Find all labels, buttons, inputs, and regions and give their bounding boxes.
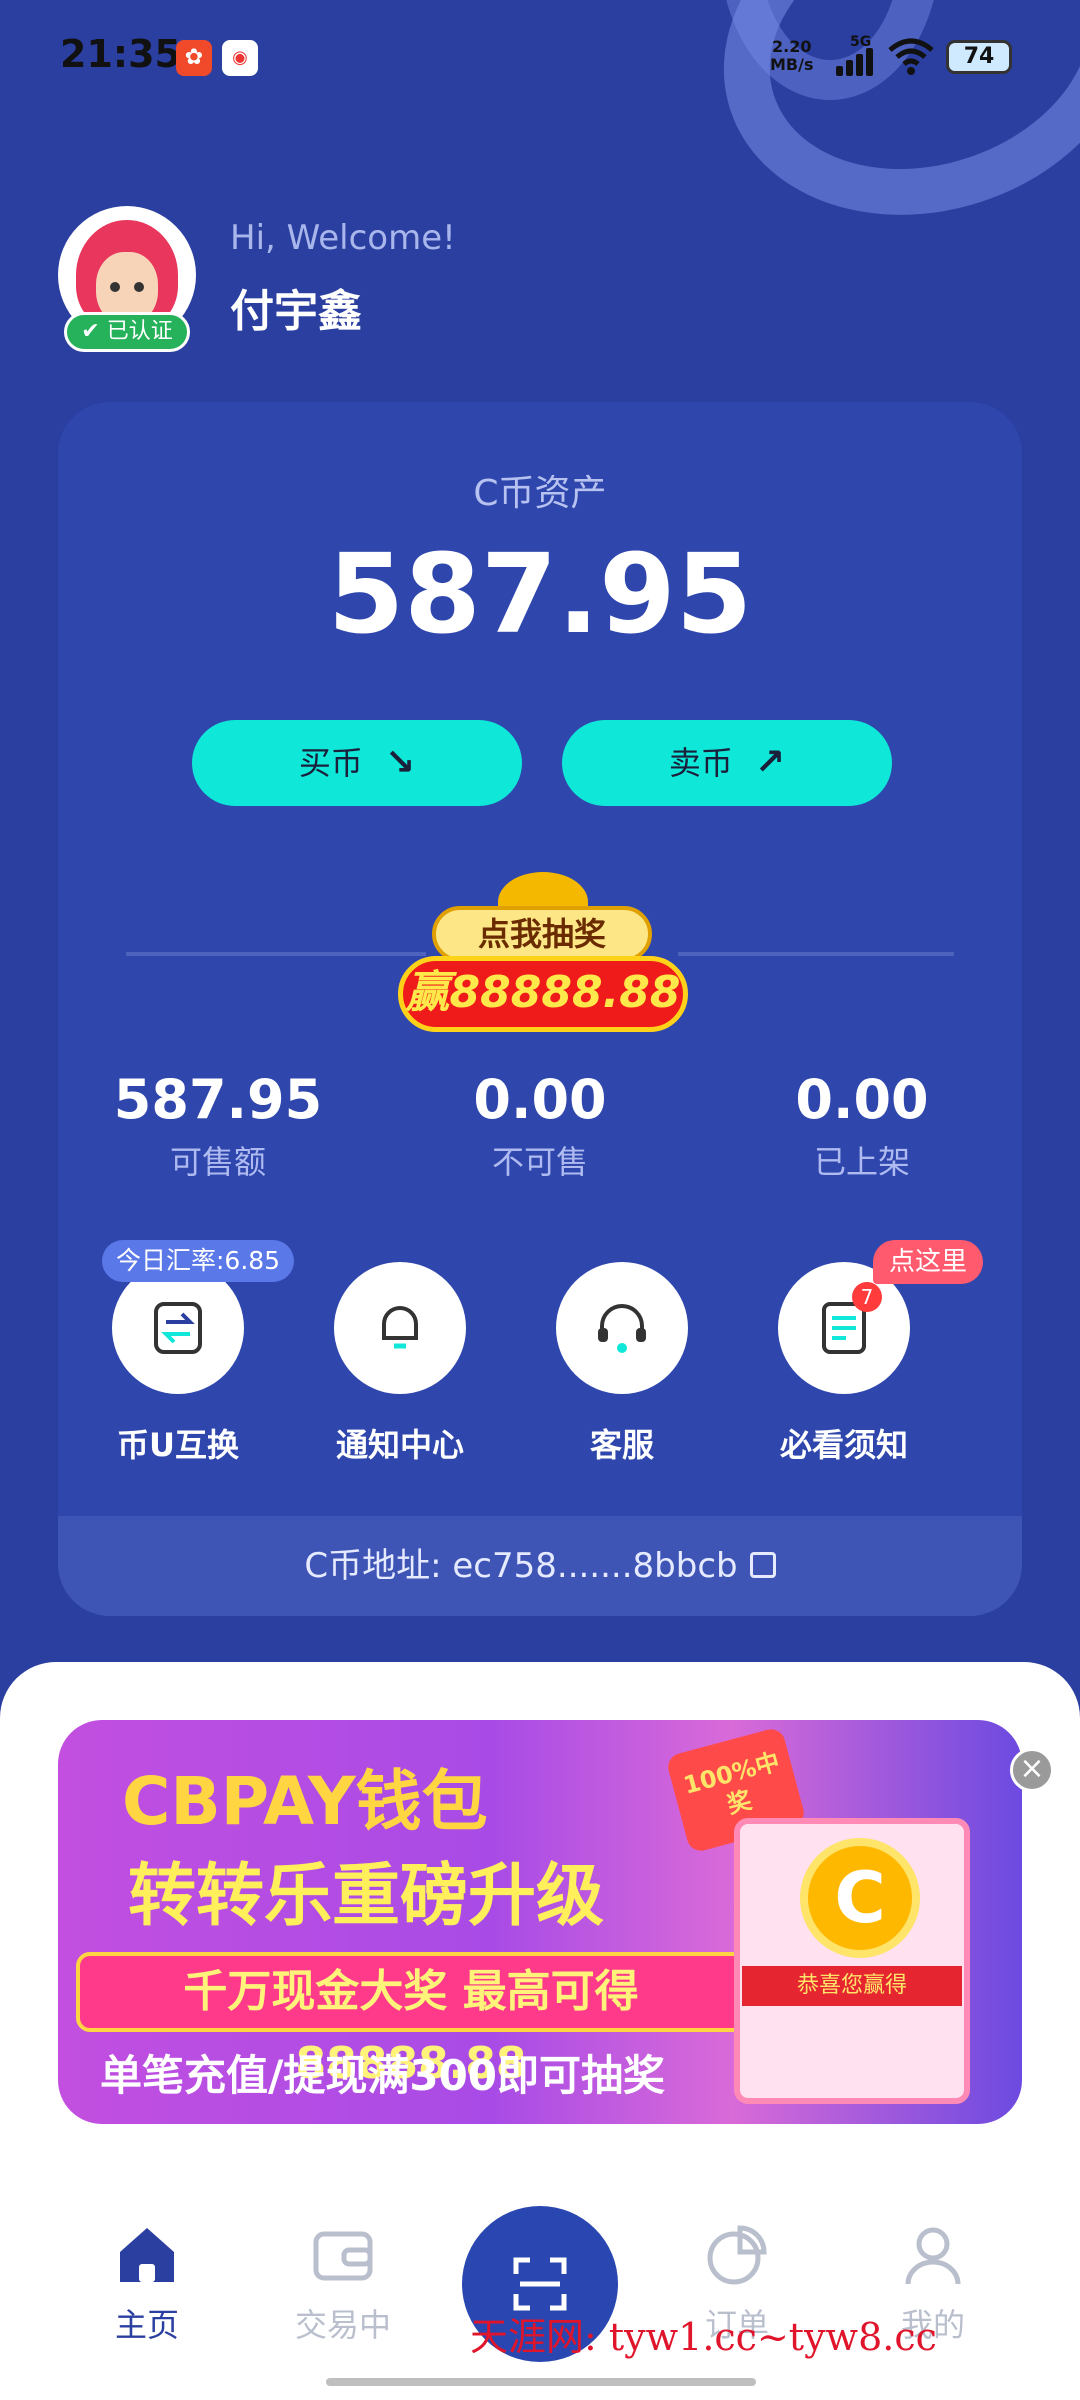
- asset-label: C币资产: [473, 473, 607, 514]
- arrow-down-right-icon: ↘: [384, 742, 416, 783]
- notification-center-button[interactable]: 通知中心: [280, 1262, 520, 1466]
- watermark-text: 天涯网: tyw1.cc~tyw8.cc: [470, 2315, 937, 2359]
- headset-icon: [598, 1304, 646, 1353]
- home-indicator[interactable]: [326, 2378, 756, 2386]
- copy-icon[interactable]: [749, 1551, 776, 1578]
- asset-amount: 587.95: [327, 530, 753, 658]
- exchange-icon: [154, 1302, 202, 1354]
- app-notification-icon: ✿: [176, 40, 212, 76]
- promo-banner[interactable]: CBPAY钱包 转转乐重磅升级 千万现金大奖 最高可得88888.88 单笔充值…: [58, 1720, 1022, 2124]
- status-bar: 21:35 ✿ ◉ 2.20 MB/s 5G 74: [0, 0, 1080, 110]
- arrow-up-right-icon: ↗: [754, 742, 786, 783]
- divider: [126, 952, 426, 956]
- username: 付宇鑫: [230, 286, 362, 337]
- close-icon[interactable]: ×: [1010, 1748, 1054, 1792]
- app-notification-icon: ◉: [222, 40, 258, 76]
- stat-unsellable: 0.00 不可售: [473, 1068, 607, 1181]
- home-icon: [112, 2220, 182, 2290]
- coin-address: C币地址: ec758.......8bbcb: [304, 1546, 738, 1586]
- wallet-icon: [308, 2220, 378, 2290]
- click-here-tip: 点这里: [873, 1240, 984, 1284]
- signal-icon: 5G: [836, 34, 876, 76]
- status-time: 21:35: [60, 32, 181, 76]
- must-read-button[interactable]: 7 必看须知: [724, 1262, 964, 1466]
- wifi-icon: [888, 38, 934, 75]
- notification-badge: 7: [852, 1282, 882, 1312]
- nav-trading[interactable]: 交易中: [268, 2220, 418, 2346]
- sell-coin-button[interactable]: 卖币 ↗: [562, 720, 892, 806]
- divider: [678, 952, 954, 956]
- coin-address-bar[interactable]: C币地址: ec758.......8bbcb: [58, 1516, 1022, 1616]
- greeting-text: Hi, Welcome!: [230, 218, 456, 258]
- asset-card: C币资产 587.95 买币 ↘ 卖币 ↗ 点我抽奖 赢88888.88 587.9…: [58, 402, 1022, 1616]
- pie-chart-icon: [702, 2220, 772, 2290]
- lottery-button[interactable]: 点我抽奖 赢88888.88: [398, 872, 688, 1042]
- user-icon: [898, 2220, 968, 2290]
- customer-service-button[interactable]: 客服: [502, 1262, 742, 1466]
- buy-coin-button[interactable]: 买币 ↘: [192, 720, 522, 806]
- bell-icon: [382, 1306, 418, 1349]
- verified-badge: ✔ 已认证: [64, 312, 190, 352]
- coin-icon: C: [800, 1838, 920, 1958]
- stat-listed: 0.00 已上架: [795, 1068, 929, 1181]
- stat-sellable: 587.95 可售额: [113, 1068, 323, 1181]
- scan-icon: [513, 2257, 567, 2311]
- nav-home[interactable]: 主页: [72, 2220, 222, 2346]
- ribbon-text: 恭喜您赢得: [742, 1966, 962, 2006]
- battery-icon: 74: [946, 40, 1012, 74]
- exchange-button[interactable]: 币U互换: [58, 1262, 298, 1466]
- exchange-rate-tip: 今日汇率:6.85: [102, 1240, 295, 1282]
- network-speed: 2.20 MB/s: [770, 37, 814, 74]
- shield-check-icon: ✔: [81, 319, 100, 344]
